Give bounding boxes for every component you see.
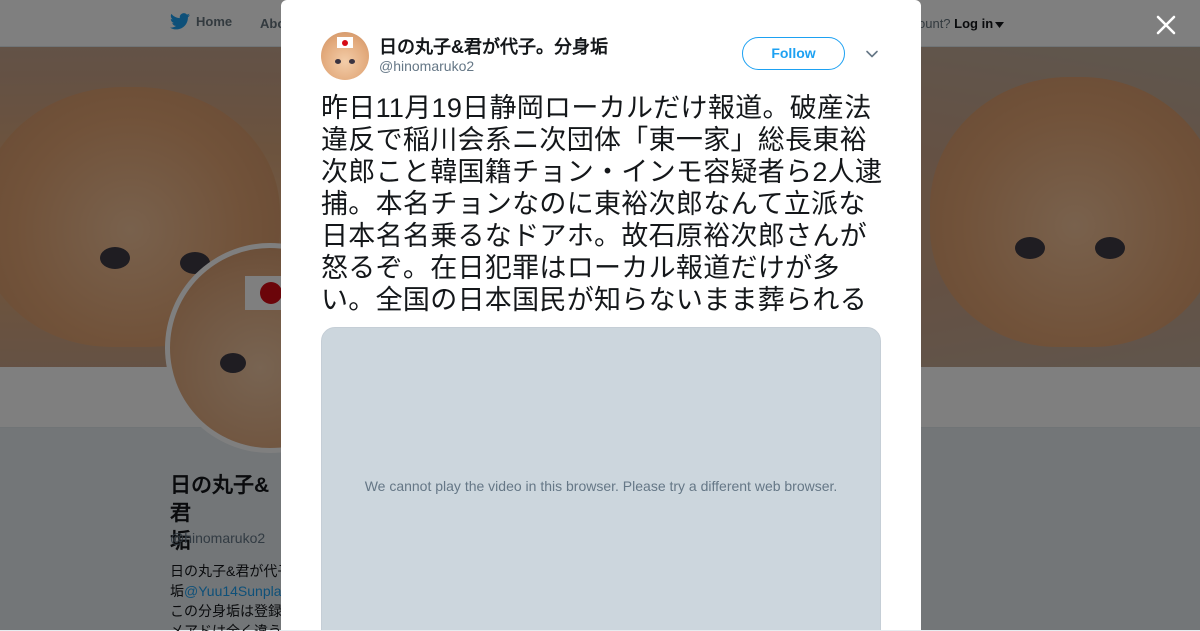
video-player[interactable]: We cannot play the video in this browser… [321,327,881,630]
author-avatar[interactable] [321,32,369,80]
follow-button[interactable]: Follow [742,37,845,70]
video-unsupported-message: We cannot play the video in this browser… [364,478,838,494]
author-handle[interactable]: @hinomaruko2 [379,58,474,74]
chevron-down-icon[interactable] [865,47,879,61]
close-icon[interactable] [1152,11,1180,39]
tweet-modal: 日の丸子&君が代子。分身垢 @hinomaruko2 Follow 昨日11月1… [281,0,921,630]
japan-flag-icon [337,37,353,48]
tweet-text: 昨日11月19日静岡ローカルだけ報道。破産法違反で稲川会系ニ次団体「東一家」総長… [321,93,883,315]
author-name[interactable]: 日の丸子&君が代子。分身垢 [379,33,608,59]
